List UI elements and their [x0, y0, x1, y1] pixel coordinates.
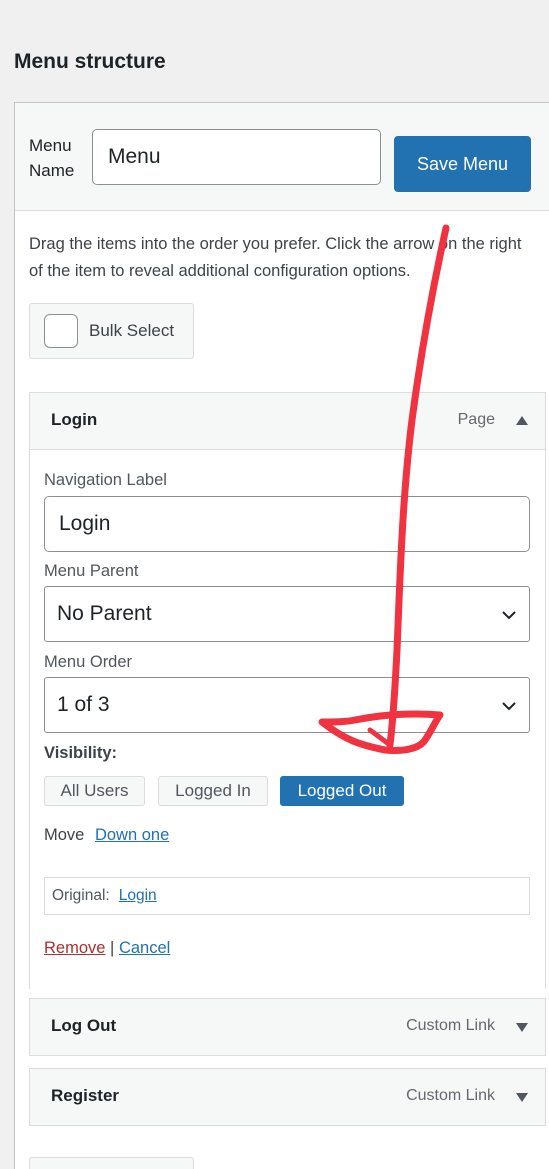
- bulk-select-label: Bulk Select: [89, 321, 175, 340]
- expand-arrow-icon[interactable]: [515, 1090, 529, 1104]
- menu-item-title: Login: [51, 410, 98, 429]
- menu-name-label: Menu Name: [29, 136, 75, 180]
- menu-item-type: Custom Link: [406, 1017, 495, 1034]
- bulk-select-toggle[interactable]: Bulk Select: [29, 303, 194, 359]
- visibility-logged-in-button[interactable]: Logged In: [158, 776, 268, 806]
- navigation-label-input[interactable]: [44, 496, 530, 552]
- menu-structure-panel: Menu Name Save Menu Drag the items into …: [14, 102, 549, 1169]
- menu-item-settings: Navigation Label Menu Parent No Parent M…: [30, 449, 545, 990]
- menu-name-input[interactable]: [92, 129, 381, 185]
- move-down-one-link[interactable]: Down one: [95, 826, 169, 844]
- menu-item-title: Register: [51, 1086, 120, 1105]
- visibility-all-users-button[interactable]: All Users: [44, 776, 145, 806]
- menu-order-value: 1 of 3: [57, 693, 110, 716]
- save-menu-button[interactable]: Save Menu: [394, 136, 531, 192]
- menu-item-log-out[interactable]: Log Out Custom Link: [29, 998, 546, 1056]
- menu-item-bar[interactable]: Register Custom Link: [30, 1069, 545, 1125]
- menu-order-select[interactable]: 1 of 3: [44, 677, 530, 733]
- menu-item-type: Custom Link: [406, 1087, 495, 1104]
- menu-parent-value: No Parent: [57, 602, 152, 625]
- original-link[interactable]: Login: [119, 887, 157, 905]
- visibility-logged-out-button[interactable]: Logged Out: [280, 776, 404, 806]
- bulk-select-checkbox[interactable]: [44, 314, 78, 348]
- menu-item-login: Login Page Navigation Label Menu Parent …: [29, 392, 546, 990]
- menu-parent-title: Menu Parent: [44, 562, 139, 580]
- move-label: Move: [44, 826, 85, 844]
- instructions-text: Drag the items into the order you prefer…: [29, 235, 522, 280]
- menu-item-bar[interactable]: Log Out Custom Link: [30, 999, 545, 1055]
- original-info: Original: Login: [44, 877, 530, 915]
- expand-arrow-icon[interactable]: [515, 1020, 529, 1034]
- chevron-down-icon: [502, 611, 516, 620]
- bulk-select-toggle-bottom[interactable]: [29, 1157, 194, 1169]
- menu-header: Menu Name Save Menu: [15, 103, 549, 211]
- page-title: Menu structure: [14, 50, 166, 73]
- menu-item-title: Log Out: [51, 1016, 117, 1035]
- item-actions: Remove | Cancel: [44, 939, 170, 958]
- move-row: Move Down one: [44, 826, 169, 845]
- separator: |: [110, 939, 115, 957]
- menu-item-type: Page: [457, 411, 495, 428]
- chevron-down-icon: [502, 702, 516, 711]
- original-label: Original:: [52, 887, 110, 904]
- navigation-label-title: Navigation Label: [44, 471, 167, 489]
- menu-parent-select[interactable]: No Parent: [44, 586, 530, 642]
- remove-link[interactable]: Remove: [44, 939, 105, 957]
- visibility-title: Visibility:: [44, 744, 118, 762]
- collapse-arrow-icon[interactable]: [515, 414, 529, 428]
- menu-item-register[interactable]: Register Custom Link: [29, 1068, 546, 1126]
- menu-item-bar[interactable]: Login Page: [30, 393, 545, 449]
- menu-order-title: Menu Order: [44, 653, 133, 671]
- cancel-link[interactable]: Cancel: [119, 939, 170, 957]
